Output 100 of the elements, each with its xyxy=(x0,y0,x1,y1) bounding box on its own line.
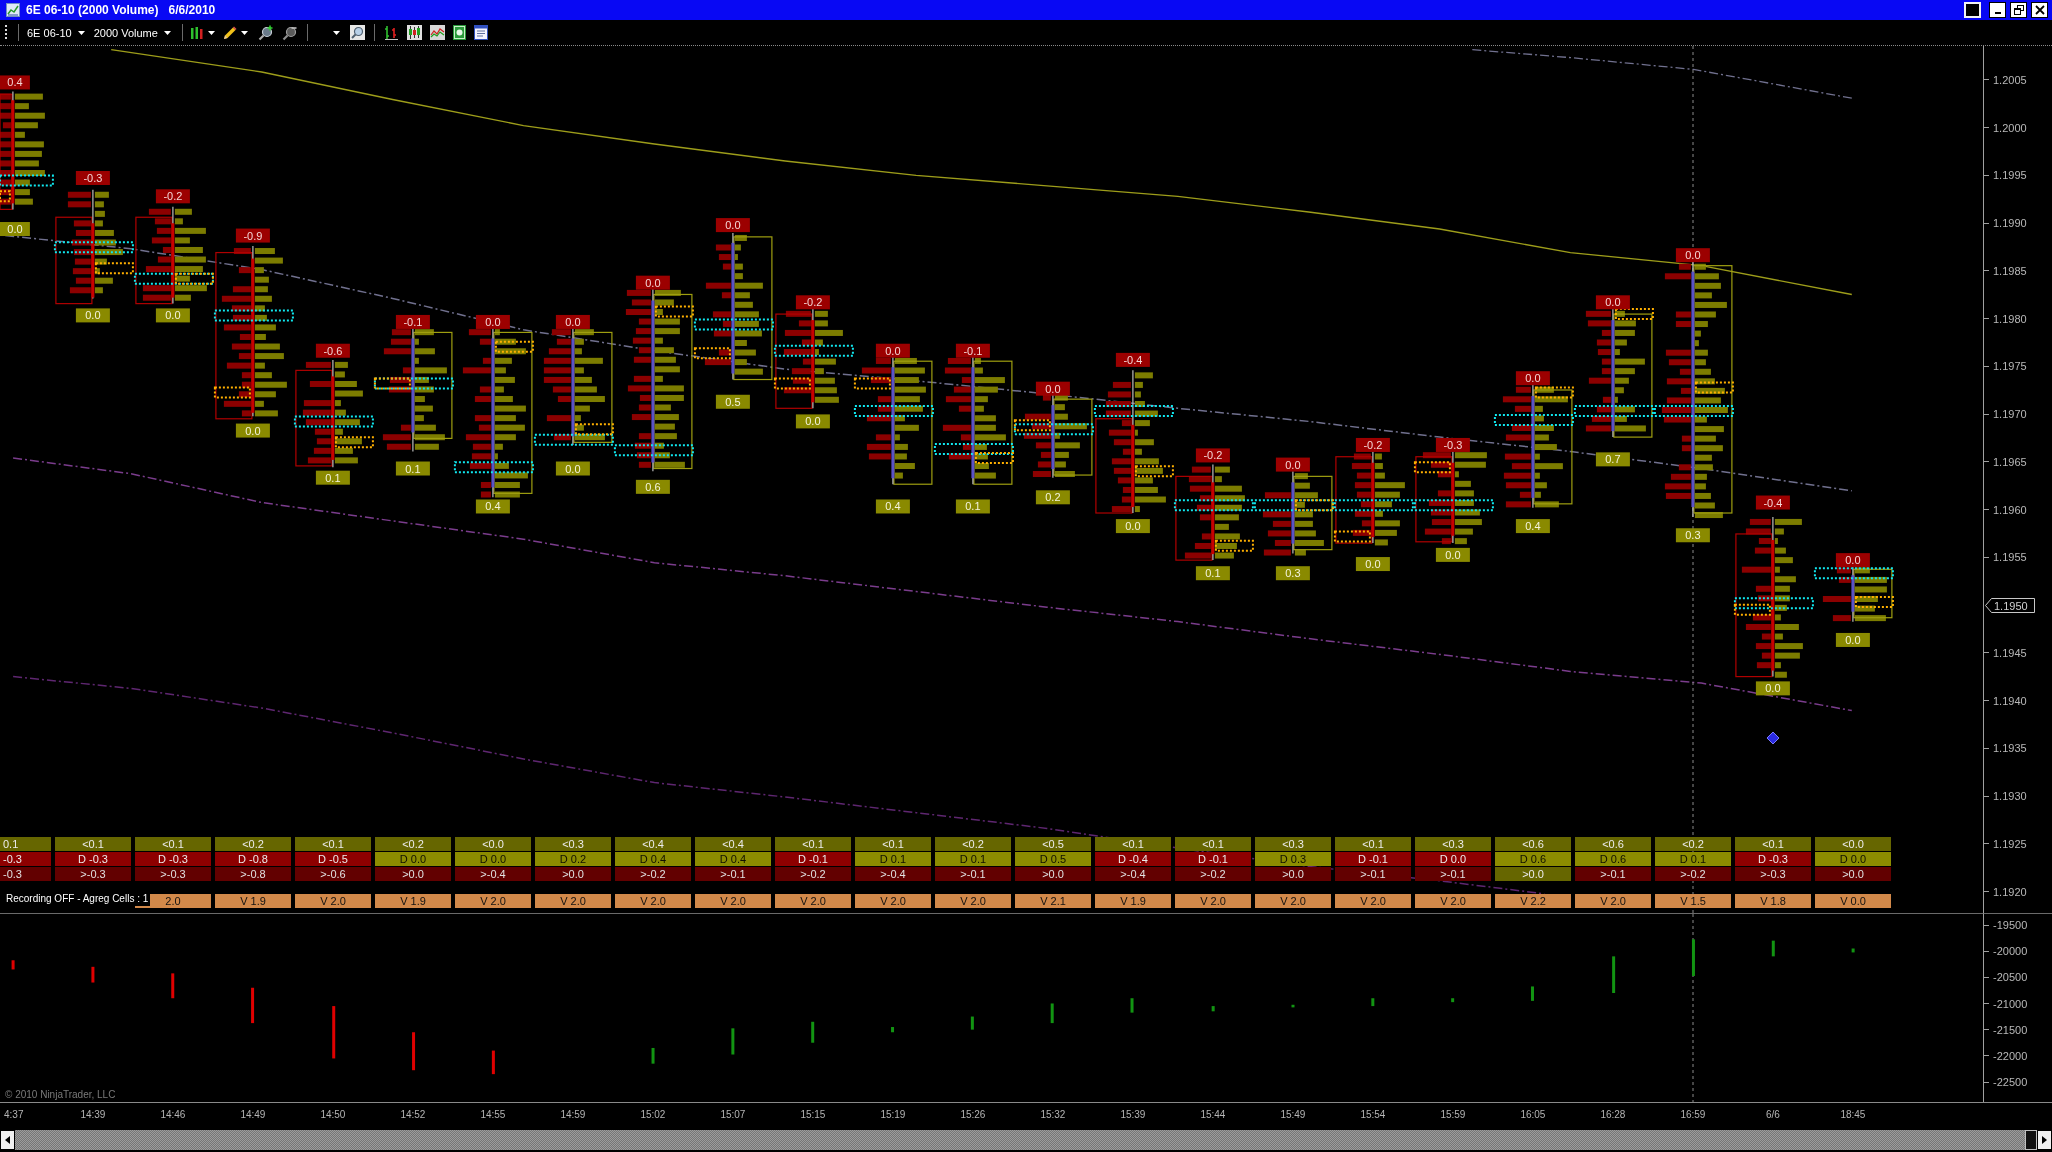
table-cell: V 2.0 xyxy=(615,894,691,908)
table-cell: V 1.9 xyxy=(375,894,451,908)
bottom-value-label: 0.6 xyxy=(635,479,670,494)
top-value-label: 0.0 xyxy=(475,314,510,329)
time-label: 18:45 xyxy=(1839,1108,1867,1121)
table-cell: D 0.1 xyxy=(935,852,1011,866)
top-value-label: 0.4 xyxy=(0,75,30,90)
caret-icon xyxy=(163,30,171,35)
zoom-in-icon[interactable] xyxy=(257,24,274,41)
table-cell: V 2.0 xyxy=(535,894,611,908)
window-title: 6E 06-10 (2000 Volume) xyxy=(26,3,159,17)
top-value-label: 0.0 xyxy=(1675,248,1710,263)
table-cell: >-0.4 xyxy=(455,867,531,881)
table-cell: >-0.2 xyxy=(775,867,851,881)
table-cell: V 1.8 xyxy=(1735,894,1811,908)
window-date: 6/6/2010 xyxy=(168,3,216,17)
bottom-value-label: 0.5 xyxy=(715,394,750,409)
table-cell: >0.0 xyxy=(1815,867,1891,881)
table-cell: >-0.1 xyxy=(1415,867,1491,881)
time-label: 15:39 xyxy=(1119,1108,1147,1121)
table-cell: <0.1 xyxy=(1175,837,1251,851)
form-icon[interactable] xyxy=(473,25,488,40)
time-label: 15:19 xyxy=(879,1108,907,1121)
line-chart-icon[interactable] xyxy=(429,25,445,40)
table-cell: <0.3 xyxy=(1255,837,1331,851)
table-cell: D -0.4 xyxy=(1095,852,1171,866)
table-cell: >-0.1 xyxy=(1575,867,1651,881)
top-value-label: 0.0 xyxy=(1515,371,1550,386)
bottom-value-label: 0.0 xyxy=(555,461,590,476)
table-cell: <0.3 xyxy=(1415,837,1491,851)
top-value-label: -0.4 xyxy=(1115,352,1150,367)
table-cell: >0.0 xyxy=(1495,867,1571,881)
top-value-label: -0.2 xyxy=(1195,448,1230,463)
bottom-value-label: 0.3 xyxy=(1275,566,1310,581)
time-label: 15:02 xyxy=(639,1108,667,1121)
candlestick-icon[interactable] xyxy=(406,25,422,40)
time-label: 15:44 xyxy=(1199,1108,1227,1121)
zoom-out-icon[interactable] xyxy=(281,24,298,41)
bottom-value-label: 0.2 xyxy=(1035,490,1070,505)
table-cell: <0.1 xyxy=(135,837,211,851)
table-cell: <0.6 xyxy=(1495,837,1571,851)
bottom-value-label: 0.0 xyxy=(0,222,30,236)
table-cell: V 2.0 xyxy=(1575,894,1651,908)
bottom-value-label: 0.0 xyxy=(1755,681,1790,696)
table-cell: D -0.5 xyxy=(295,852,371,866)
top-value-label: 0.0 xyxy=(1035,381,1070,396)
time-label: 16:28 xyxy=(1599,1108,1627,1121)
copyright-text: © 2010 NinjaTrader, LLC xyxy=(5,1089,116,1101)
grip-icon[interactable] xyxy=(5,25,8,40)
top-value-label: -0.2 xyxy=(1355,437,1390,452)
close-button[interactable] xyxy=(2031,2,2048,18)
dropdown-button[interactable] xyxy=(330,28,342,37)
time-label: 14:59 xyxy=(559,1108,587,1121)
table-cell: D 0.1 xyxy=(1655,852,1731,866)
table-cell: D -0.3 xyxy=(1735,852,1811,866)
table-cell: >-0.6 xyxy=(295,867,371,881)
instrument-dropdown[interactable]: 6E 06-10 xyxy=(24,24,88,41)
table-cell: >-0.1 xyxy=(1335,867,1411,881)
table-cell: D 0.0 xyxy=(1415,852,1491,866)
top-value-label: 0.0 xyxy=(1835,553,1870,568)
table-cell: V 2.0 xyxy=(1255,894,1331,908)
bottom-value-label: 0.4 xyxy=(475,499,510,514)
top-value-label: -0.1 xyxy=(955,343,990,358)
restore-icon xyxy=(2013,5,2024,15)
table-cell: V 1.9 xyxy=(215,894,291,908)
restore-button[interactable] xyxy=(2010,2,2027,18)
bottom-value-label: 0.0 xyxy=(1435,547,1470,562)
scroll-left-button[interactable] xyxy=(0,1130,15,1150)
table-cell: <0.6 xyxy=(1575,837,1651,851)
table-cell: <0.1 xyxy=(1735,837,1811,851)
minimize-button[interactable] xyxy=(1989,2,2006,18)
scroll-thumb[interactable] xyxy=(2025,1130,2037,1150)
time-label: 4:37 xyxy=(3,1108,25,1121)
search-icon[interactable] xyxy=(349,25,365,40)
top-value-label: -0.4 xyxy=(1755,495,1790,510)
banknote-icon[interactable] xyxy=(452,25,466,40)
caret-icon xyxy=(332,30,340,35)
table-cell: <0.0 xyxy=(455,837,531,851)
top-value-label: -0.3 xyxy=(1435,437,1470,452)
table-cell: -0.3 xyxy=(0,852,51,866)
caret-icon xyxy=(77,30,85,35)
period-dropdown[interactable]: 2000 Volume xyxy=(90,24,174,41)
pencil-icon xyxy=(222,25,237,40)
table-cell: D -0.8 xyxy=(215,852,291,866)
table-cell: D 0.5 xyxy=(1015,852,1091,866)
table-cell: >-0.2 xyxy=(615,867,691,881)
bar-chart-icon[interactable] xyxy=(383,25,399,40)
last-price-label: 1.1950 xyxy=(1985,597,2035,613)
table-cell: >-0.2 xyxy=(1175,867,1251,881)
table-cell: D 0.0 xyxy=(455,852,531,866)
top-value-label: 0.0 xyxy=(875,343,910,358)
table-cell: D 0.6 xyxy=(1495,852,1571,866)
scroll-right-button[interactable] xyxy=(2037,1130,2052,1150)
table-cell: <0.4 xyxy=(695,837,771,851)
top-value-label: -0.2 xyxy=(155,189,190,204)
time-label: 14:50 xyxy=(319,1108,347,1121)
bottom-value-label: 0.4 xyxy=(1515,519,1550,534)
table-cell: V 2.0 xyxy=(1415,894,1491,908)
top-value-label: -0.6 xyxy=(315,343,350,358)
table-cell: >-0.1 xyxy=(695,867,771,881)
